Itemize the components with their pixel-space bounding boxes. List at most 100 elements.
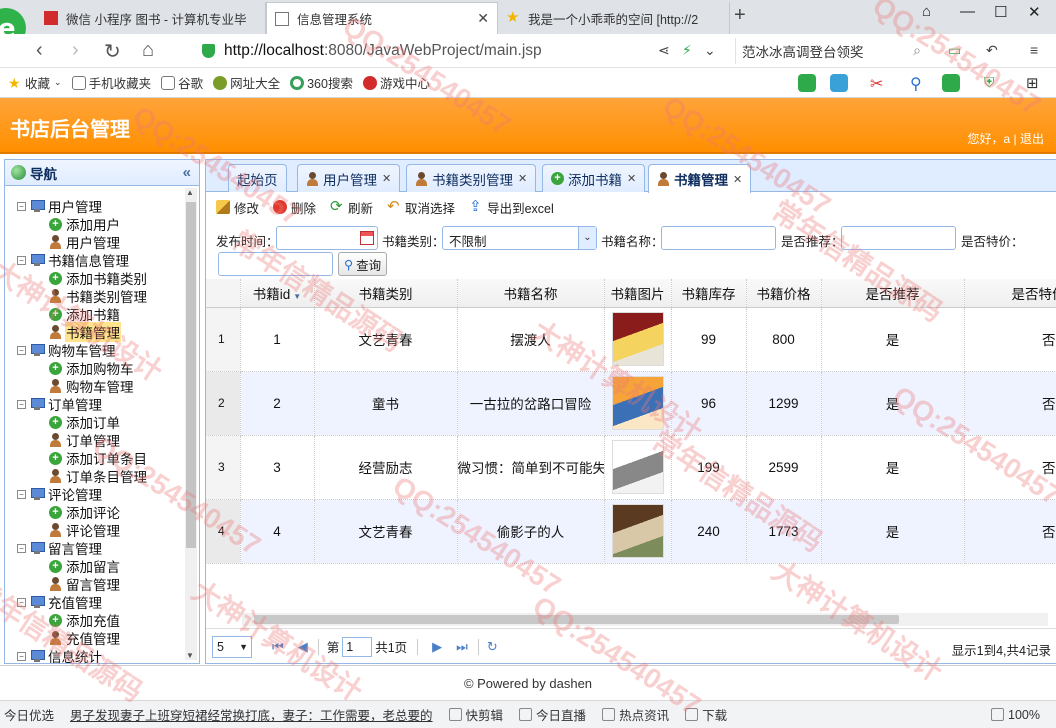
back-icon[interactable]: ‹: [36, 39, 43, 62]
collapse-toggle-icon[interactable]: −: [17, 345, 26, 355]
close-icon[interactable]: ✕: [733, 173, 742, 186]
sidebar-group[interactable]: − 留言管理: [5, 539, 183, 557]
table-row[interactable]: 1 1 文艺青春 摆渡人 99 800 是否: [206, 307, 1056, 372]
search-icon[interactable]: ⚲: [910, 74, 928, 93]
close-icon[interactable]: ✕: [518, 172, 527, 185]
collapse-toggle-icon[interactable]: −: [17, 651, 26, 661]
next-page-icon[interactable]: ▶: [432, 639, 442, 655]
col-header-price[interactable]: 书籍价格: [746, 279, 822, 308]
tab-book-manage[interactable]: 书籍管理 ✕: [648, 164, 752, 193]
collapse-icon[interactable]: «: [183, 164, 191, 181]
sidebar-group[interactable]: − 购物车管理: [5, 341, 183, 359]
browser-tab-3[interactable]: ★ 我是一个小乖乖的空间 [http://2: [498, 2, 730, 34]
skin-icon[interactable]: ⌂: [922, 3, 931, 20]
undo-icon[interactable]: ↶: [986, 42, 998, 59]
sidebar-item[interactable]: 购物车管理: [5, 377, 183, 395]
sidebar-item[interactable]: + 添加评论: [5, 503, 183, 521]
recommend-input[interactable]: [841, 226, 956, 250]
speed-icon[interactable]: ⚡: [682, 42, 692, 59]
address-bar[interactable]: http://localhost:8080/JavaWebProject/mai…: [196, 38, 726, 64]
home-icon[interactable]: ⌂: [142, 39, 154, 62]
last-page-icon[interactable]: ⏭: [456, 639, 468, 655]
close-icon[interactable]: ✕: [627, 172, 636, 185]
first-page-icon[interactable]: ⏮: [272, 639, 284, 655]
reload-icon[interactable]: ↻: [104, 39, 121, 64]
statusbar-item[interactable]: 热点资讯: [602, 705, 669, 724]
maximize-icon[interactable]: ☐: [994, 3, 1007, 21]
scroll-up-icon[interactable]: ▲: [186, 188, 194, 197]
col-header-special[interactable]: 是否特价: [964, 279, 1056, 308]
collapse-toggle-icon[interactable]: −: [17, 597, 26, 607]
ext-chat-icon[interactable]: [798, 74, 816, 92]
statusbar-item[interactable]: 今日优选: [4, 705, 54, 724]
search-box[interactable]: 范冰冰高调登台领奖 ⌕: [735, 38, 925, 64]
bookmark-google[interactable]: 谷歌: [161, 73, 203, 92]
reload-icon[interactable]: ↻: [487, 639, 498, 655]
sidebar-group[interactable]: − 评论管理: [5, 485, 183, 503]
table-row[interactable]: 2 2 童书 一古拉的岔路口冒险 96 1299 是否: [206, 371, 1056, 436]
close-icon[interactable]: ✕: [382, 172, 391, 185]
sidebar-item[interactable]: + 添加购物车: [5, 359, 183, 377]
bookmark-360[interactable]: 360搜索: [290, 73, 353, 92]
cancel-select-button[interactable]: ↶ 取消选择: [387, 198, 455, 217]
logout-link[interactable]: 退出: [1020, 132, 1044, 146]
calendar-icon[interactable]: [360, 231, 374, 245]
chevron-down-icon[interactable]: ⌄: [578, 227, 596, 249]
sidebar-item[interactable]: + 添加留言: [5, 557, 183, 575]
sort-desc-icon[interactable]: ▼: [293, 292, 301, 301]
bookmark-games[interactable]: 游戏中心: [362, 73, 430, 92]
col-header-stock[interactable]: 书籍库存: [671, 279, 747, 308]
statusbar-item[interactable]: 快剪辑: [448, 705, 503, 724]
sidebar-item[interactable]: 书籍类别管理: [5, 287, 183, 305]
statusbar-item[interactable]: 今日直播: [519, 705, 586, 724]
scroll-thumb[interactable]: [254, 615, 899, 624]
browser-tab-2[interactable]: 信息管理系统 ✕: [266, 2, 498, 34]
table-row[interactable]: 3 3 经营励志 微习惯：简单到不可能失 199 2599 是否: [206, 435, 1056, 500]
tab-user-manage[interactable]: 用户管理 ✕: [297, 164, 401, 192]
sidebar-group[interactable]: − 信息统计: [5, 647, 183, 663]
col-header-name[interactable]: 书籍名称: [457, 279, 605, 308]
refresh-button[interactable]: ⟳ 刷新: [330, 198, 373, 217]
prev-page-icon[interactable]: ◀: [298, 639, 308, 655]
export-excel-button[interactable]: ⇪ 导出到excel: [469, 198, 554, 217]
category-select[interactable]: 不限制 ⌄: [442, 226, 597, 250]
close-tab-icon[interactable]: ✕: [477, 10, 489, 27]
sidebar-scrollbar[interactable]: ▲ ▼: [185, 188, 197, 660]
query-button[interactable]: ⚲ 查询: [338, 252, 388, 276]
browser-tab-1[interactable]: 微信 小程序 图书 - 计算机专业毕: [36, 2, 266, 34]
page-size-select[interactable]: 5: [212, 635, 252, 658]
sidebar-item[interactable]: 留言管理: [5, 575, 183, 593]
bookmark-sites[interactable]: 网址大全: [213, 73, 280, 92]
table-row[interactable]: 4 4 文艺青春 偷影子的人 240 1773 是否: [206, 499, 1056, 564]
scroll-down-icon[interactable]: ▼: [186, 651, 194, 660]
horizontal-scrollbar[interactable]: [242, 613, 1048, 626]
share-icon[interactable]: ⋖: [658, 42, 670, 59]
close-window-icon[interactable]: ✕: [1028, 3, 1041, 21]
sidebar-item[interactable]: + 添加书籍: [5, 305, 183, 323]
scroll-thumb[interactable]: [186, 202, 196, 548]
page-number-input[interactable]: 1: [342, 636, 373, 657]
new-tab-icon[interactable]: +: [734, 4, 746, 27]
minimize-icon[interactable]: —: [960, 3, 975, 20]
collapse-toggle-icon[interactable]: −: [17, 201, 26, 211]
col-header-image[interactable]: 书籍图片: [604, 279, 672, 308]
statusbar-item[interactable]: 下载: [685, 705, 727, 724]
edit-button[interactable]: 修改: [216, 198, 259, 217]
sidebar-item[interactable]: + 添加用户: [5, 215, 183, 233]
scissors-icon[interactable]: ✂: [870, 74, 888, 93]
delete-button[interactable]: 删除: [273, 198, 316, 217]
sidebar-item[interactable]: + 添加书籍类别: [5, 269, 183, 287]
ext-translate-icon[interactable]: [830, 74, 848, 92]
sidebar-item[interactable]: 评论管理: [5, 521, 183, 539]
battery-icon[interactable]: ▭: [948, 42, 961, 59]
special-price-input[interactable]: [218, 252, 333, 276]
tab-add-book[interactable]: + 添加书籍 ✕: [542, 164, 646, 192]
col-header-category[interactable]: 书籍类别: [314, 279, 458, 308]
book-name-input[interactable]: [661, 226, 776, 250]
game-pad-icon[interactable]: [942, 74, 960, 92]
bookmark-favorites[interactable]: ★ 收藏 ⌄: [8, 73, 62, 92]
search-icon[interactable]: ⌕: [913, 42, 921, 59]
sidebar-group[interactable]: − 充值管理: [5, 593, 183, 611]
statusbar-item[interactable]: 男子发现妻子上班穿短裙经常换打底，妻子：工作需要，老总要的: [70, 705, 433, 724]
sidebar-item[interactable]: + 添加充值: [5, 611, 183, 629]
